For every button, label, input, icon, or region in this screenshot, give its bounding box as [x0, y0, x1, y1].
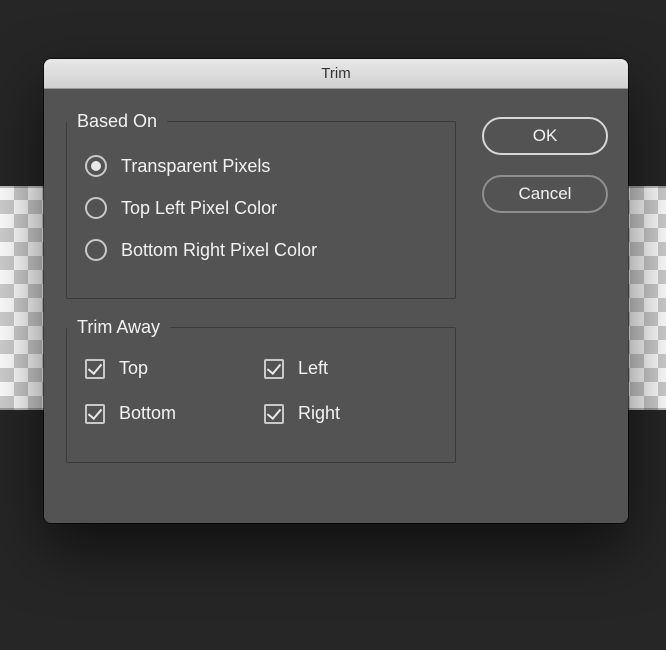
radio-label: Bottom Right Pixel Color — [121, 240, 317, 261]
dialog-body: Based On Transparent Pixels Top Left Pix… — [44, 89, 628, 523]
dialog-buttons: OK Cancel — [482, 117, 608, 233]
radio-icon — [85, 239, 107, 261]
checkbox-bottom[interactable]: Bottom — [85, 403, 258, 424]
trim-dialog: Trim Based On Transparent Pixels Top Lef… — [44, 59, 628, 523]
ok-button[interactable]: OK — [482, 117, 608, 155]
radio-transparent-pixels[interactable]: Transparent Pixels — [85, 150, 455, 182]
radio-bottom-right-pixel-color[interactable]: Bottom Right Pixel Color — [85, 234, 455, 266]
checkbox-right[interactable]: Right — [264, 403, 437, 424]
check-icon — [264, 359, 284, 379]
cancel-button[interactable]: Cancel — [482, 175, 608, 213]
based-on-legend: Based On — [67, 111, 167, 132]
check-icon — [264, 404, 284, 424]
trim-away-legend: Trim Away — [67, 317, 170, 338]
check-icon — [85, 359, 105, 379]
check-label: Top — [119, 358, 148, 379]
check-label: Bottom — [119, 403, 176, 424]
checkbox-left[interactable]: Left — [264, 358, 437, 379]
check-icon — [85, 404, 105, 424]
trim-away-group: Trim Away Top Left Bottom Right — [66, 317, 456, 463]
radio-icon — [85, 197, 107, 219]
checkbox-top[interactable]: Top — [85, 358, 258, 379]
check-label: Left — [298, 358, 328, 379]
radio-icon — [85, 155, 107, 177]
radio-top-left-pixel-color[interactable]: Top Left Pixel Color — [85, 192, 455, 224]
radio-label: Top Left Pixel Color — [121, 198, 277, 219]
check-label: Right — [298, 403, 340, 424]
based-on-group: Based On Transparent Pixels Top Left Pix… — [66, 111, 456, 299]
dialog-title: Trim — [44, 59, 628, 89]
radio-label: Transparent Pixels — [121, 156, 270, 177]
